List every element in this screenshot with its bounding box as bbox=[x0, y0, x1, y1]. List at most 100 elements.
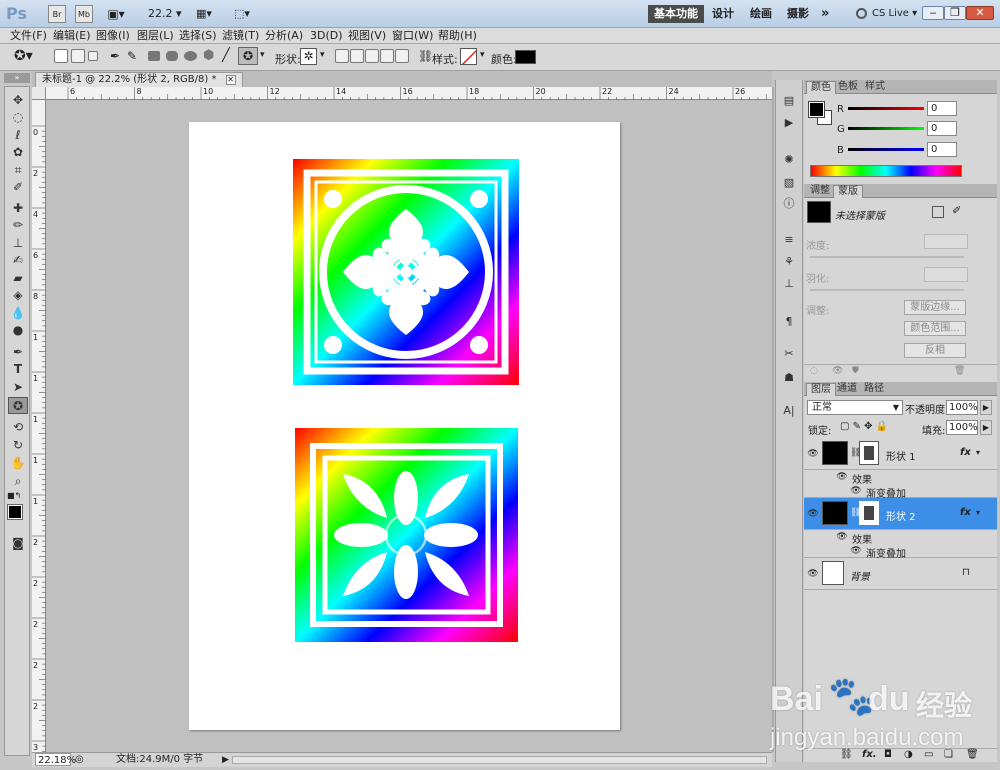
visibility-eye-icon[interactable]: 👁 bbox=[807, 448, 819, 460]
workspace-essentials[interactable]: 基本功能 bbox=[648, 5, 704, 23]
arrange-documents-icon[interactable]: ▦▾ bbox=[192, 5, 216, 23]
move-tool-icon[interactable]: ✥ bbox=[8, 92, 28, 109]
layer-row-shape-2[interactable]: 👁 ⛓ 形状 2 fx ▾ bbox=[804, 498, 997, 530]
line-tool-icon[interactable]: ╱ bbox=[222, 48, 230, 63]
workspace-painting[interactable]: 绘画 bbox=[744, 5, 778, 23]
gradient-tool-icon[interactable]: ◈ bbox=[8, 287, 28, 304]
tab-masks[interactable]: 蒙版 bbox=[833, 185, 863, 198]
cs-live-icon[interactable] bbox=[856, 8, 867, 19]
opacity-field[interactable]: 100% bbox=[946, 400, 978, 415]
document-canvas[interactable] bbox=[189, 122, 620, 730]
mask-edge-button[interactable]: 蒙版边缘... bbox=[904, 300, 966, 315]
screen-mode-icon[interactable]: ⬚▾ bbox=[230, 5, 254, 23]
minimize-button[interactable]: ‒ bbox=[922, 6, 944, 20]
apply-mask-icon[interactable]: 👁 bbox=[832, 366, 843, 376]
menu-file[interactable]: 文件(F) bbox=[10, 29, 47, 43]
b-value-field[interactable]: 0 bbox=[927, 142, 957, 157]
r-slider[interactable] bbox=[848, 107, 924, 110]
view-extras-icon[interactable]: ▣▾ bbox=[104, 5, 128, 23]
horizontal-scrollbar[interactable] bbox=[232, 756, 767, 764]
lock-icons[interactable]: ▢ ✎ ✥ 🔒 bbox=[840, 421, 888, 432]
custom-shape-tool-icon[interactable]: ✪ bbox=[238, 47, 258, 65]
fill-field[interactable]: 100% bbox=[946, 420, 978, 435]
tool-preset-icon[interactable]: ✪▾ bbox=[14, 48, 33, 64]
layer-name[interactable]: 形状 2 bbox=[886, 508, 916, 523]
effects-row[interactable]: 👁 效果 bbox=[804, 530, 997, 546]
more-workspaces-button[interactable]: » bbox=[815, 5, 835, 23]
mini-bridge-button[interactable]: Mb bbox=[75, 5, 93, 23]
horizontal-ruler[interactable]: 6 8 10 12 14 16 18 20 22 24 26 bbox=[46, 87, 772, 100]
path-selection-icon[interactable]: ➤ bbox=[8, 379, 28, 396]
actions-panel-icon[interactable]: ▶ bbox=[780, 115, 798, 131]
menu-layer[interactable]: 图层(L) bbox=[137, 29, 174, 43]
animation-panel-icon[interactable]: ☗ bbox=[780, 370, 798, 386]
menu-window[interactable]: 窗口(W) bbox=[392, 29, 433, 43]
tab-paths[interactable]: 路径 bbox=[860, 383, 888, 396]
close-tab-icon[interactable]: ✕ bbox=[225, 75, 236, 85]
tab-adjustments[interactable]: 调整 bbox=[806, 185, 834, 198]
freeform-pen-icon[interactable]: ✎ bbox=[127, 49, 137, 63]
3d-panel-icon[interactable]: ✺ bbox=[780, 152, 798, 168]
effects-eye-icon[interactable]: 👁 bbox=[836, 471, 848, 483]
g-slider[interactable] bbox=[848, 127, 924, 130]
history-brush-icon[interactable]: ✍ bbox=[8, 252, 28, 269]
shape-picker-arrow[interactable]: ▾ bbox=[320, 50, 325, 60]
vector-mask-icon[interactable]: ✐ bbox=[952, 204, 961, 217]
shape-picker[interactable]: ✲ bbox=[300, 48, 317, 65]
3d-rotate-icon[interactable]: ⟲ bbox=[8, 419, 28, 436]
new-layer-mode-icon[interactable] bbox=[335, 49, 349, 63]
b-slider[interactable] bbox=[848, 148, 924, 151]
quick-mask-icon[interactable]: ◙ bbox=[8, 535, 28, 552]
zoom-readout[interactable]: 22.18% bbox=[35, 753, 76, 766]
eyedropper-icon[interactable]: ✐ bbox=[8, 179, 28, 196]
shape-dropdown-arrow[interactable]: ▾ bbox=[260, 50, 265, 60]
load-selection-icon[interactable]: ◌ bbox=[810, 366, 818, 376]
density-slider[interactable] bbox=[810, 256, 964, 258]
dodge-tool-icon[interactable]: ● bbox=[8, 322, 28, 339]
feather-slider[interactable] bbox=[810, 289, 964, 291]
bridge-button[interactable]: Br bbox=[48, 5, 66, 23]
menu-help[interactable]: 帮助(H) bbox=[438, 29, 477, 43]
eraser-tool-icon[interactable]: ▰ bbox=[8, 270, 28, 287]
opacity-arrow[interactable]: ▶ bbox=[980, 400, 992, 415]
layer-name[interactable]: 背景 bbox=[850, 568, 870, 583]
effect-eye-icon[interactable]: 👁 bbox=[850, 485, 862, 497]
toolbox-collapse[interactable]: » bbox=[4, 73, 30, 83]
vertical-ruler[interactable]: 0 2 4 6 8 1 1 1 1 1 2 2 2 2 2 3 bbox=[32, 100, 46, 752]
clone-source-icon[interactable]: ⚘ bbox=[780, 254, 798, 270]
tab-styles[interactable]: 样式 bbox=[861, 81, 889, 94]
crop-tool-icon[interactable]: ⌗ bbox=[8, 162, 28, 179]
style-picker-arrow[interactable]: ▾ bbox=[480, 50, 485, 60]
style-picker[interactable] bbox=[460, 48, 477, 65]
shape-2-ornament[interactable] bbox=[295, 428, 518, 642]
zoom-tool-icon[interactable]: ⌕ bbox=[8, 473, 28, 490]
foreground-color-swatch[interactable] bbox=[7, 504, 23, 520]
layer-name[interactable]: 形状 1 bbox=[886, 448, 916, 463]
invert-button[interactable]: 反相 bbox=[904, 343, 966, 358]
navigator-panel-icon[interactable]: ▧ bbox=[780, 175, 798, 191]
workspace-photography[interactable]: 摄影 bbox=[781, 5, 815, 23]
fill-pixels-icon[interactable] bbox=[88, 51, 98, 61]
add-shape-area-icon[interactable] bbox=[350, 49, 364, 63]
g-value-field[interactable]: 0 bbox=[927, 121, 957, 136]
visibility-eye-icon[interactable]: 👁 bbox=[807, 508, 819, 520]
fx-expand-icon[interactable]: ▾ bbox=[976, 508, 980, 517]
ellipse-tool-icon[interactable] bbox=[184, 51, 197, 61]
tab-color[interactable]: 颜色 bbox=[806, 81, 836, 94]
quick-selection-icon[interactable]: ✿ bbox=[8, 144, 28, 161]
menu-select[interactable]: 选择(S) bbox=[179, 29, 217, 43]
tab-channels[interactable]: 通道 bbox=[833, 383, 861, 396]
pen-tool-icon-2[interactable]: ✒ bbox=[8, 344, 28, 361]
blend-mode-select[interactable]: 正常 ▼ bbox=[807, 400, 903, 415]
menu-view[interactable]: 视图(V) bbox=[348, 29, 386, 43]
fx-expand-icon[interactable]: ▾ bbox=[976, 448, 980, 457]
menu-analysis[interactable]: 分析(A) bbox=[265, 29, 303, 43]
effects-row[interactable]: 👁 效果 bbox=[804, 470, 997, 486]
shape-layers-icon[interactable] bbox=[54, 49, 68, 63]
color-range-button[interactable]: 颜色范围... bbox=[904, 321, 966, 336]
density-field[interactable] bbox=[924, 234, 968, 249]
type-tool-icon[interactable]: T bbox=[8, 361, 28, 378]
visibility-eye-icon[interactable]: 👁 bbox=[807, 568, 819, 580]
layer-row-background[interactable]: 👁 背景 ⊓ bbox=[804, 558, 997, 590]
paths-mode-icon[interactable] bbox=[71, 49, 85, 63]
